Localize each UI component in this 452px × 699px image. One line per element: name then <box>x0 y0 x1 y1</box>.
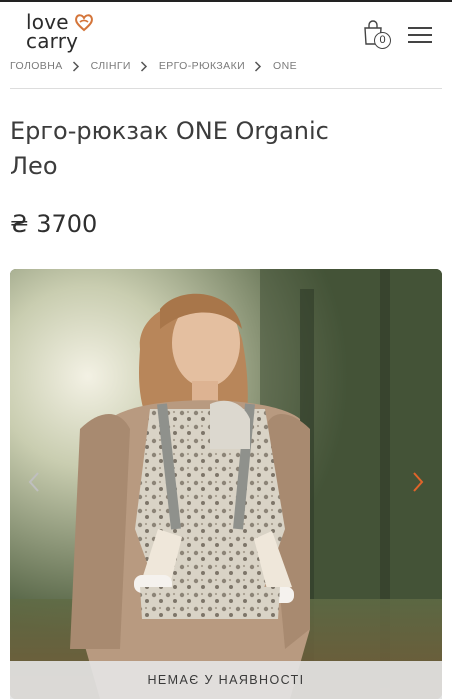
product-title: Ерго-рюкзак ONE Organic Лео <box>10 114 430 184</box>
chevron-left-icon[interactable] <box>26 470 42 494</box>
chevron-right-icon <box>131 60 159 72</box>
chevron-right-icon[interactable] <box>410 470 426 494</box>
breadcrumb-item-ergo-backpacks[interactable]: ЕРГО-РЮКЗАКИ <box>159 60 245 72</box>
out-of-stock-label: НЕМАЄ У НАЯВНОСТІ <box>10 661 442 699</box>
hamburger-menu-icon[interactable] <box>408 25 434 45</box>
product-photo <box>10 269 442 699</box>
divider <box>10 88 442 89</box>
chevron-right-icon <box>245 60 273 72</box>
cart-button[interactable]: 0 <box>362 20 392 50</box>
logo-text-line2: carry <box>26 29 79 53</box>
site-header: love carry 0 <box>0 2 452 54</box>
product-title-line1: Ерго-рюкзак ONE Organic <box>10 117 329 145</box>
product-image-gallery[interactable] <box>10 269 442 699</box>
breadcrumb-item-slings[interactable]: СЛІНГИ <box>91 60 131 72</box>
product-title-line2: Лео <box>10 152 58 180</box>
product-price: ₴ 3700 <box>10 210 98 238</box>
breadcrumb-item-current: ONE <box>273 60 298 72</box>
breadcrumb: ГОЛОВНА СЛІНГИ ЕРГО-РЮКЗАКИ ONE <box>10 59 297 73</box>
breadcrumb-item-home[interactable]: ГОЛОВНА <box>10 60 63 72</box>
logo[interactable]: love carry <box>26 12 106 55</box>
chevron-right-icon <box>63 60 91 72</box>
cart-count-badge: 0 <box>374 32 391 49</box>
